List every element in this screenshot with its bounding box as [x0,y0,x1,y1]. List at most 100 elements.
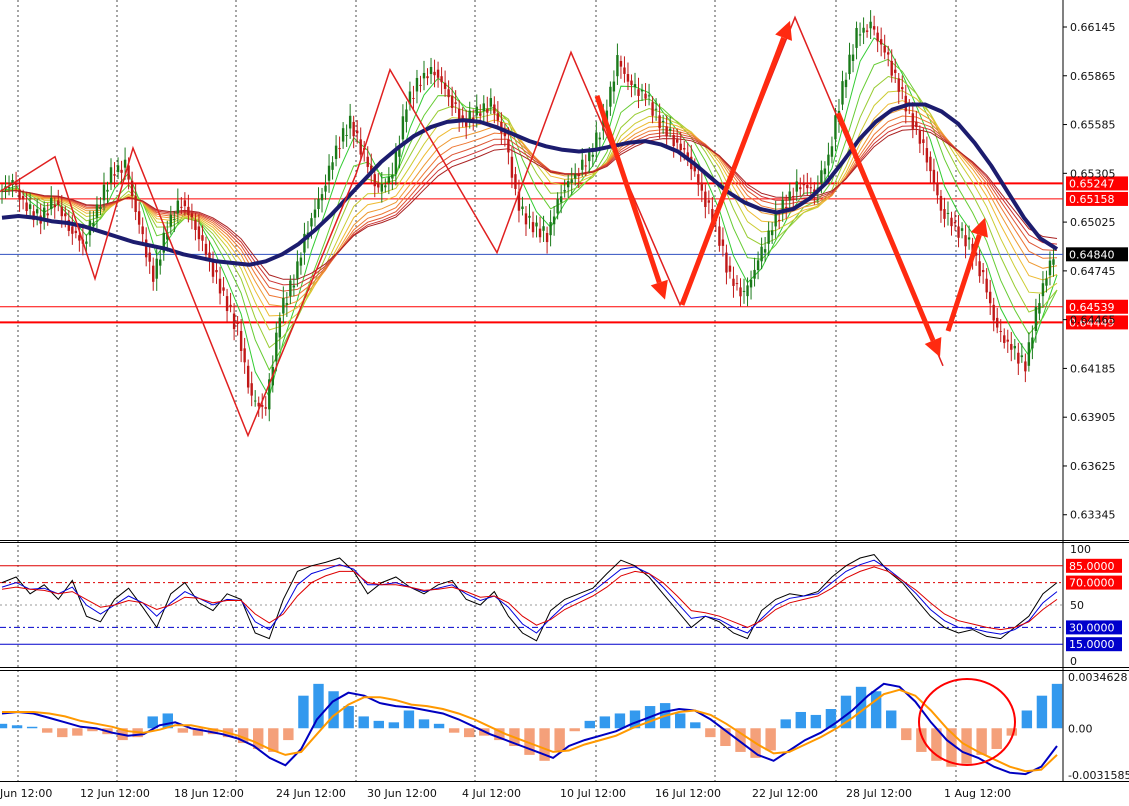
candle-body [683,148,686,150]
macd-histogram-bar [554,728,565,751]
candle-body [872,26,876,30]
candle-body [222,287,225,291]
candle-body [261,405,264,407]
candle-body [204,243,208,255]
candle-body [756,260,760,270]
candle-body [581,159,584,170]
candle-body [1020,355,1024,358]
candle-body [173,219,176,221]
candle-body [623,67,626,74]
candle-body [855,27,858,48]
candle-body [243,348,246,363]
candle-body [1041,283,1045,297]
macd-histogram-bar [886,710,897,729]
candle-body [626,74,630,82]
candle-body [830,146,834,157]
current-price-label: 0.64840 [1069,248,1115,261]
candle-body [774,213,777,227]
candle-body [746,285,749,297]
candle-body [788,191,791,201]
candle-body [883,45,886,53]
candle-body [85,241,88,244]
candle-body [911,113,915,129]
macd-histogram-bar [765,728,776,751]
macd-histogram-bar [26,726,38,729]
candle-body [718,226,721,246]
candle-body [296,261,299,279]
candle-body [426,76,429,79]
macd-y-tick-label: -0.0031585 [1068,769,1129,782]
candle-body [897,78,900,92]
candle-body [820,170,823,183]
candle-body [348,115,352,129]
candle-body [25,202,28,212]
macd-y-tick-label: 0.00 [1068,722,1093,735]
candle-body [254,400,257,402]
candle-body [345,134,348,136]
candle-body [197,226,201,240]
candle-body [922,139,925,143]
candle-body [53,204,56,208]
macd-histogram-bar [42,728,53,733]
macd-histogram-bar [1051,683,1063,729]
chart-svg[interactable]: Jun 12:00 12 Jun 12:00 18 Jun 12:00 24 Jun … [0,0,1129,801]
candle-body [14,182,18,185]
candle-body [1017,352,1020,364]
candle-body [264,407,267,409]
x-tick-label: 28 Jul 12:00 [846,787,912,800]
candle-body [457,108,461,120]
candle-body [524,213,528,225]
candle-body [334,145,338,159]
forex-chart[interactable]: Jun 12:00 12 Jun 12:00 18 Jun 12:00 24 Jun … [0,0,1129,801]
candle-body [556,198,559,214]
candle-body [542,226,545,231]
candle-body [454,102,457,104]
macd-histogram-bar [57,728,68,738]
candle-body [1052,259,1055,265]
candle-body [246,365,250,388]
candle-body [120,169,123,173]
candle-body [211,261,215,277]
candle-body [707,200,711,203]
candle-body [644,93,647,99]
x-tick-label: 10 Jul 12:00 [560,787,626,800]
candle-body [531,222,535,233]
candle-body [577,174,580,177]
candle-body [359,139,362,155]
candle-body [1010,344,1013,350]
candle-body [672,135,675,147]
candle-body [183,200,187,207]
candle-body [834,115,837,140]
candle-body [443,82,447,89]
candle-body [901,87,904,90]
candle-body [236,322,239,325]
candle-body [99,206,102,210]
candle-body [735,283,739,285]
candle-body [440,76,443,83]
candle-body [60,206,63,217]
candle-body [391,174,394,179]
level-badge-label: 0.65158 [1069,193,1115,206]
macd-histogram-bar [328,691,339,729]
macd-histogram-bar [373,720,384,729]
chart-background [0,0,1129,801]
x-tick-label: 1 Aug 12:00 [944,787,1011,800]
candle-body [957,226,960,238]
candle-body [18,189,21,200]
candle-body [232,313,236,330]
candle-body [777,219,781,221]
candle-body [732,278,735,286]
candle-body [668,128,672,131]
candle-body [155,258,158,279]
candle-body [394,150,398,175]
candle-body [377,182,380,188]
macd-histogram-bar [1006,728,1017,736]
macd-histogram-bar [11,725,23,729]
candle-body [1006,339,1009,342]
candle-body [352,121,355,137]
candle-body [405,109,408,122]
macd-histogram-bar [795,711,806,729]
candle-body [299,257,303,266]
candle-body [338,148,341,150]
candle-body [489,98,493,107]
